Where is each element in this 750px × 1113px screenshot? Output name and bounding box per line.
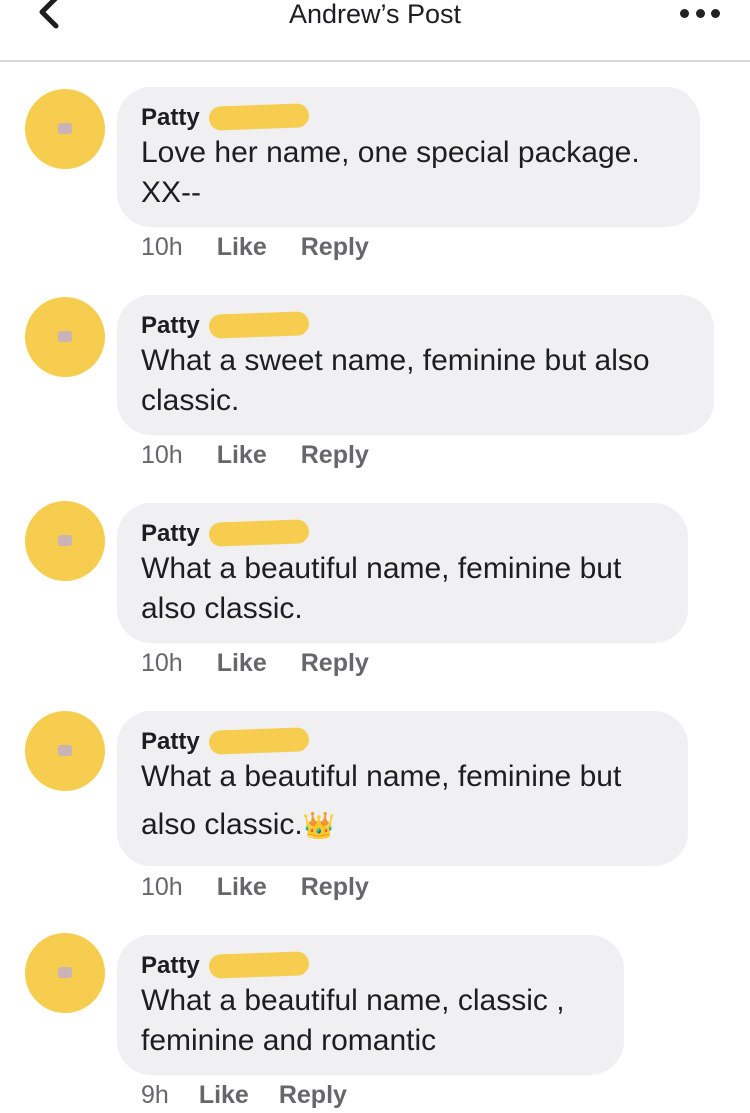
comment-actions: 10h Like Reply: [141, 649, 369, 678]
comment-actions: 10h Like Reply: [141, 873, 369, 902]
avatar[interactable]: [25, 933, 105, 1013]
like-button[interactable]: Like: [217, 441, 267, 470]
comment-bubble: Patty What a beautiful name, classic , f…: [117, 935, 624, 1075]
comment-text: What a beautiful name, feminine but also…: [141, 552, 622, 625]
timestamp: 9h: [141, 1081, 169, 1109]
like-button[interactable]: Like: [217, 873, 267, 902]
timestamp: 10h: [141, 441, 183, 469]
commenter-name[interactable]: Patty: [141, 951, 310, 981]
like-button[interactable]: Like: [217, 649, 267, 678]
reply-button[interactable]: Reply: [279, 1081, 347, 1110]
comment-text: What a beautiful name, classic , feminin…: [141, 984, 565, 1057]
like-button[interactable]: Like: [217, 233, 267, 262]
avatar[interactable]: [25, 711, 105, 791]
commenter-name[interactable]: Patty: [141, 311, 310, 341]
commenter-name[interactable]: Patty: [141, 519, 310, 549]
reply-button[interactable]: Reply: [301, 233, 369, 262]
reply-button[interactable]: Reply: [301, 649, 369, 678]
comment-actions: 9h Like Reply: [141, 1081, 347, 1110]
redaction-mark: [208, 311, 310, 339]
ellipsis-icon[interactable]: [680, 6, 720, 20]
redaction-mark: [208, 951, 310, 979]
comment-actions: 10h Like Reply: [141, 441, 369, 470]
comment-bubble: Patty What a beautiful name, feminine bu…: [117, 711, 688, 866]
commenter-name[interactable]: Patty: [141, 103, 310, 133]
avatar[interactable]: [25, 501, 105, 581]
comment-text: What a beautiful name, feminine but also…: [141, 760, 622, 841]
page-title: Andrew’s Post: [288, 0, 462, 29]
crown-emoji: 👑: [302, 810, 336, 840]
redaction-mark: [208, 103, 310, 131]
comment-actions: 10h Like Reply: [141, 233, 369, 262]
reply-button[interactable]: Reply: [301, 441, 369, 470]
comment-bubble: Patty What a beautiful name, feminine bu…: [117, 503, 688, 643]
comment-bubble: Patty What a sweet name, feminine but al…: [117, 295, 714, 435]
timestamp: 10h: [141, 649, 183, 677]
comment-bubble: Patty Love her name, one special package…: [117, 87, 700, 227]
timestamp: 10h: [141, 873, 183, 901]
timestamp: 10h: [141, 233, 183, 261]
like-button[interactable]: Like: [199, 1081, 249, 1110]
avatar[interactable]: [25, 89, 105, 169]
commenter-name[interactable]: Patty: [141, 727, 310, 757]
redaction-mark: [208, 519, 310, 547]
comment-text: Love her name, one special package. XX--: [141, 136, 640, 209]
redaction-mark: [208, 727, 310, 755]
avatar[interactable]: [25, 297, 105, 377]
comment-text: What a sweet name, feminine but also cla…: [141, 344, 650, 417]
top-bar: Andrew’s Post: [0, 0, 750, 62]
reply-button[interactable]: Reply: [301, 873, 369, 902]
